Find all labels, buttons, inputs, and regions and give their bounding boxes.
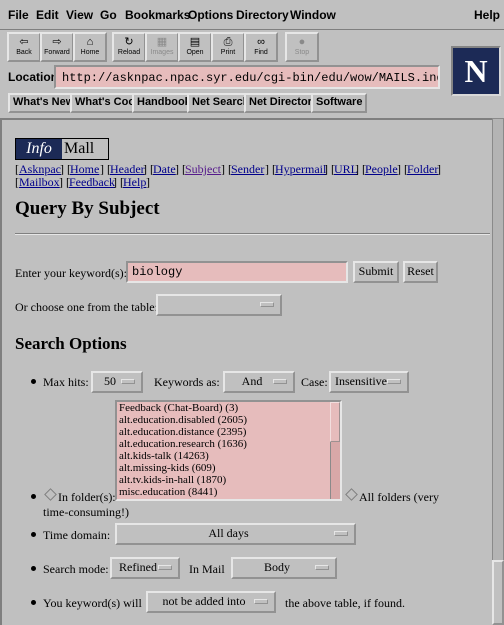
dropdown-indicator-icon: [254, 599, 268, 604]
nav-link-sender[interactable]: Sender: [231, 162, 264, 177]
images-icon: ▦: [156, 36, 168, 48]
dropdown-indicator-icon: [158, 565, 172, 570]
list-item[interactable]: alt.education.distance (2395): [117, 426, 340, 438]
netscape-logo: N: [451, 46, 501, 96]
list-item[interactable]: misc.education (8441): [117, 486, 340, 498]
find-button[interactable]: ∞ Find: [244, 32, 278, 62]
dropdown-indicator-icon: [387, 379, 401, 384]
search-options-title: Search Options: [15, 334, 127, 353]
list-item[interactable]: alt.kids-talk (14263): [117, 450, 340, 462]
forward-arrow-icon: ⇨: [52, 36, 62, 48]
list-item[interactable]: alt.education.research (1636): [117, 438, 340, 450]
home-icon: ⌂: [86, 36, 94, 48]
open-button[interactable]: ▤ Open: [178, 32, 212, 62]
in-mail-select[interactable]: Body: [231, 557, 337, 579]
menu-directory[interactable]: Directory: [236, 8, 289, 22]
bullet-icon: [31, 566, 36, 571]
dropdown-indicator-icon: [334, 531, 348, 536]
bullet-icon: [31, 494, 36, 499]
menu-options[interactable]: Options: [188, 8, 233, 22]
bullet-icon: [31, 532, 36, 537]
subject-table-select[interactable]: [156, 294, 282, 316]
reset-button[interactable]: Reset: [403, 261, 438, 283]
mall-logo-text: Mall: [64, 140, 95, 157]
nav-link-feedback[interactable]: Feedback: [69, 175, 115, 190]
print-button[interactable]: ⎙ Print: [211, 32, 245, 62]
nav-link-folder[interactable]: Folder: [407, 162, 438, 177]
in-mail-label: In Mail: [189, 562, 225, 576]
keyword-will-suffix: the above table, if found.: [285, 596, 405, 610]
menu-go[interactable]: Go: [100, 8, 117, 22]
list-item[interactable]: alt.education.disabled (2605): [117, 414, 340, 426]
dropdown-indicator-icon: [121, 379, 135, 384]
nav-link-people[interactable]: People: [365, 162, 398, 177]
search-mode-select[interactable]: Refined: [110, 557, 180, 579]
keywords-as-label: Keywords as:: [154, 375, 220, 389]
nav-link-subject[interactable]: Subject: [185, 162, 221, 177]
back-arrow-icon: ⇦: [19, 36, 29, 48]
time-domain-label: Time domain:: [43, 528, 111, 542]
in-folders-label: In folder(s):: [58, 490, 116, 504]
listbox-scrollbar[interactable]: [330, 402, 340, 499]
stop-button[interactable]: ● Stop: [285, 32, 319, 62]
menu-help[interactable]: Help: [474, 8, 500, 22]
all-folders-label-cont: time-consuming!): [43, 505, 129, 519]
toolbar: ⇦ Back ⇨ Forward ⌂ Home ↻ Reload ▦ Images ▤ Op…: [0, 30, 504, 64]
nav-link-hypermail[interactable]: Hypermail: [275, 162, 326, 177]
software-button[interactable]: Software: [311, 93, 368, 113]
info-logo-text: Info: [16, 139, 62, 159]
dropdown-indicator-icon: [315, 565, 329, 570]
keyword-input[interactable]: biology: [126, 261, 348, 283]
scrollbar-thumb[interactable]: [492, 560, 504, 625]
choose-label: Or choose one from the table:: [15, 300, 158, 314]
menu-edit[interactable]: Edit: [36, 8, 59, 22]
all-folders-label: All folders (very: [359, 490, 439, 504]
list-item[interactable]: Feedback (Chat-Board) (3): [117, 402, 340, 414]
whats-new-button[interactable]: What's New: [8, 93, 80, 113]
case-label: Case:: [301, 375, 328, 389]
keyword-add-select[interactable]: not be added into: [146, 591, 276, 613]
page-title: Query By Subject: [15, 198, 160, 219]
list-item[interactable]: alt.missing-kids (609): [117, 462, 340, 474]
images-button[interactable]: ▦ Images: [145, 32, 179, 62]
bullet-icon: [31, 600, 36, 605]
keyword-label: Enter your keyword(s):: [15, 266, 127, 280]
search-mode-label: Search mode:: [43, 562, 109, 576]
menu-window[interactable]: Window: [290, 8, 336, 22]
vertical-scrollbar[interactable]: [492, 118, 504, 625]
menu-file[interactable]: File: [8, 8, 29, 22]
stop-icon: ●: [298, 36, 306, 48]
case-select[interactable]: Insensitive: [329, 371, 409, 393]
forward-button[interactable]: ⇨ Forward: [40, 32, 74, 62]
location-url-input[interactable]: http://asknpac.npac.syr.edu/cgi-bin/edu/…: [54, 65, 440, 89]
divider: [15, 233, 490, 235]
info-mall-logo: Info Mall: [15, 138, 109, 160]
dropdown-indicator-icon: [260, 302, 274, 307]
menubar: File Edit View Go Bookmarks Options Dire…: [0, 0, 504, 30]
max-hits-label: Max hits:: [43, 375, 89, 389]
bullet-icon: [31, 379, 36, 384]
open-icon: ▤: [189, 36, 201, 48]
keyword-will-label: You keyword(s) will: [43, 596, 142, 610]
printer-icon: ⎙: [223, 36, 233, 48]
reload-button[interactable]: ↻ Reload: [112, 32, 146, 62]
time-domain-select[interactable]: All days: [115, 523, 356, 545]
nav-link-help[interactable]: Help: [123, 175, 146, 190]
home-button[interactable]: ⌂ Home: [73, 32, 107, 62]
listbox-scroll-thumb[interactable]: [330, 402, 340, 442]
folder-listbox[interactable]: Feedback (Chat-Board) (3) alt.education.…: [115, 400, 342, 501]
menu-view[interactable]: View: [66, 8, 93, 22]
dropdown-indicator-icon: [273, 379, 287, 384]
menu-bookmarks[interactable]: Bookmarks: [125, 8, 190, 22]
list-item[interactable]: alt.tv.kids-in-hall (1870): [117, 474, 340, 486]
nav-link-mailbox[interactable]: Mailbox: [19, 175, 60, 190]
reload-icon: ↻: [124, 36, 134, 48]
nav-link-date[interactable]: Date: [153, 162, 176, 177]
max-hits-select[interactable]: 50: [91, 371, 143, 393]
keywords-as-select[interactable]: And: [223, 371, 295, 393]
back-button[interactable]: ⇦ Back: [7, 32, 41, 62]
binoculars-icon: ∞: [257, 36, 265, 48]
submit-button[interactable]: Submit: [353, 261, 399, 283]
